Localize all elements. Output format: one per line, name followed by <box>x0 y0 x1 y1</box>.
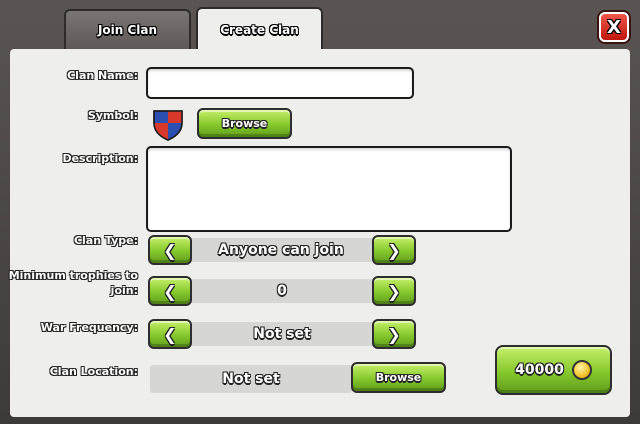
clan-symbol-shield-icon[interactable] <box>151 107 185 141</box>
symbol-browse-label: Browse <box>221 117 268 130</box>
clan-window: Join Clan Create Clan X Clan Name: Symbo… <box>0 0 640 424</box>
war-frequency-prev-button[interactable]: ❮ <box>148 319 192 349</box>
chevron-right-icon: ❯ <box>387 240 401 260</box>
clan-type-prev-button[interactable]: ❮ <box>148 235 192 265</box>
tab-join-clan[interactable]: Join Clan <box>64 9 191 49</box>
war-frequency-value: Not set <box>253 326 311 342</box>
war-frequency-next-button[interactable]: ❯ <box>372 319 416 349</box>
min-trophies-next-button[interactable]: ❯ <box>372 276 416 306</box>
close-icon: X <box>607 16 621 38</box>
clan-name-label: Clan Name: <box>67 69 138 82</box>
clan-location-browse-label: Browse <box>375 371 422 384</box>
clan-location-value: Not set <box>222 371 280 387</box>
chevron-left-icon: ❮ <box>163 324 177 344</box>
min-trophies-prev-button[interactable]: ❮ <box>148 276 192 306</box>
symbol-browse-button[interactable]: Browse <box>197 108 292 139</box>
description-input[interactable] <box>146 146 512 232</box>
clan-type-value: Anyone can join <box>218 242 344 258</box>
min-trophies-value: 0 <box>277 283 287 299</box>
chevron-left-icon: ❮ <box>163 240 177 260</box>
close-button[interactable]: X <box>599 12 629 42</box>
min-trophies-label-line1: Minimum trophies to <box>8 269 138 282</box>
chevron-left-icon: ❮ <box>163 281 177 301</box>
chevron-right-icon: ❯ <box>387 281 401 301</box>
clan-type-label: Clan Type: <box>73 234 138 247</box>
min-trophies-label: Minimum trophies to join: <box>6 268 138 298</box>
chevron-right-icon: ❯ <box>387 324 401 344</box>
clan-name-input[interactable] <box>146 67 414 99</box>
clan-location-label: Clan Location: <box>49 365 138 378</box>
war-frequency-label: War Frequency: <box>40 321 138 334</box>
clan-location-browse-button[interactable]: Browse <box>351 362 446 393</box>
description-label: Description: <box>62 152 138 165</box>
clan-type-next-button[interactable]: ❯ <box>372 235 416 265</box>
tab-create-clan[interactable]: Create Clan <box>196 7 323 51</box>
min-trophies-label-line2: join: <box>110 284 138 297</box>
create-clan-cost-button[interactable]: 40000 <box>495 345 612 395</box>
tab-join-clan-label: Join Clan <box>97 23 158 37</box>
gold-coin-icon <box>571 360 592 380</box>
cost-amount: 40000 <box>515 362 564 378</box>
symbol-label: Symbol: <box>87 109 138 122</box>
tab-create-clan-label: Create Clan <box>220 23 299 37</box>
